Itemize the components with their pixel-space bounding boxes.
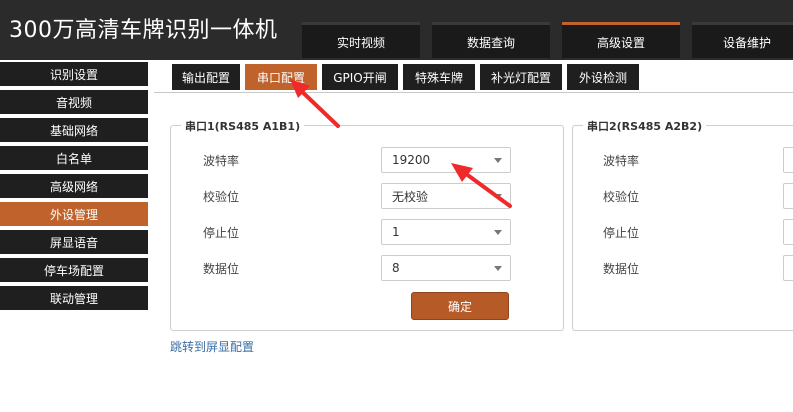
serial1-baud-select[interactable]: 19200 (381, 147, 511, 173)
subtab-divider (154, 92, 793, 93)
subtab-peripheral-detect[interactable]: 外设检测 (567, 64, 639, 90)
serial1-data-select[interactable]: 8 (381, 255, 511, 281)
serial2-data-select[interactable] (783, 255, 793, 281)
tab-data-query[interactable]: 数据查询 (432, 22, 550, 58)
sidebar: 识别设置 音视频 基础网络 白名单 高级网络 外设管理 屏显语音 停车场配置 联… (0, 62, 148, 314)
subtab-serial-config[interactable]: 串口配置 (245, 64, 317, 90)
subtab-output-config[interactable]: 输出配置 (172, 64, 240, 90)
subtab-gpio-open[interactable]: GPIO开闸 (322, 64, 398, 90)
chevron-down-icon (494, 266, 502, 271)
sidebar-item-audio-video[interactable]: 音视频 (0, 90, 148, 114)
serial1-parity-select[interactable]: 无校验 (381, 183, 511, 209)
serial2-parity-select[interactable] (783, 183, 793, 209)
sidebar-item-advanced-network[interactable]: 高级网络 (0, 174, 148, 198)
sidebar-item-display-voice[interactable]: 屏显语音 (0, 230, 148, 254)
serial1-stop-value: 1 (392, 225, 400, 239)
confirm-button[interactable]: 确定 (411, 292, 509, 320)
serial2-data-label: 数据位 (603, 262, 640, 276)
subtab-special-plate[interactable]: 特殊车牌 (403, 64, 475, 90)
chevron-down-icon (494, 194, 502, 199)
jump-to-display-config-link[interactable]: 跳转到屏显配置 (170, 338, 254, 355)
serial2-stop-select[interactable] (783, 219, 793, 245)
serial1-baud-value: 19200 (392, 153, 431, 167)
sidebar-item-linkage[interactable]: 联动管理 (0, 286, 148, 310)
sidebar-item-whitelist[interactable]: 白名单 (0, 146, 148, 170)
serial2-stop-label: 停止位 (603, 226, 640, 240)
serial1-group: 串口1(RS485 A1B1) 波特率 19200 校验位 无校验 停止位 1 … (170, 118, 564, 331)
sidebar-item-basic-network[interactable]: 基础网络 (0, 118, 148, 142)
serial1-data-value: 8 (392, 261, 400, 275)
serial1-parity-label: 校验位 (203, 190, 240, 204)
sidebar-item-parking[interactable]: 停车场配置 (0, 258, 148, 282)
app-title: 300万高清车牌识别一体机 (9, 18, 278, 43)
serial2-parity-label: 校验位 (603, 190, 640, 204)
subtab-fill-light[interactable]: 补光灯配置 (480, 64, 562, 90)
serial1-data-label: 数据位 (203, 262, 240, 276)
serial1-legend: 串口1(RS485 A1B1) (181, 118, 305, 134)
serial2-group: 串口2(RS485 A2B2) 波特率 校验位 停止位 数据位 (572, 118, 793, 331)
tab-device-maintenance[interactable]: 设备维护 (692, 22, 793, 58)
serial1-parity-value: 无校验 (392, 189, 429, 204)
header-bar: 300万高清车牌识别一体机 实时视频 数据查询 高级设置 设备维护 (0, 0, 793, 60)
serial1-baud-label: 波特率 (203, 154, 240, 168)
chevron-down-icon (494, 230, 502, 235)
serial2-baud-label: 波特率 (603, 154, 640, 168)
serial2-legend: 串口2(RS485 A2B2) (583, 118, 707, 134)
serial2-baud-select[interactable] (783, 147, 793, 173)
tab-realtime-video[interactable]: 实时视频 (302, 22, 420, 58)
chevron-down-icon (494, 158, 502, 163)
tab-advanced-settings[interactable]: 高级设置 (562, 22, 680, 58)
sidebar-item-peripheral[interactable]: 外设管理 (0, 202, 148, 226)
serial1-stop-label: 停止位 (203, 226, 240, 240)
serial1-stop-select[interactable]: 1 (381, 219, 511, 245)
sidebar-item-recognition[interactable]: 识别设置 (0, 62, 148, 86)
